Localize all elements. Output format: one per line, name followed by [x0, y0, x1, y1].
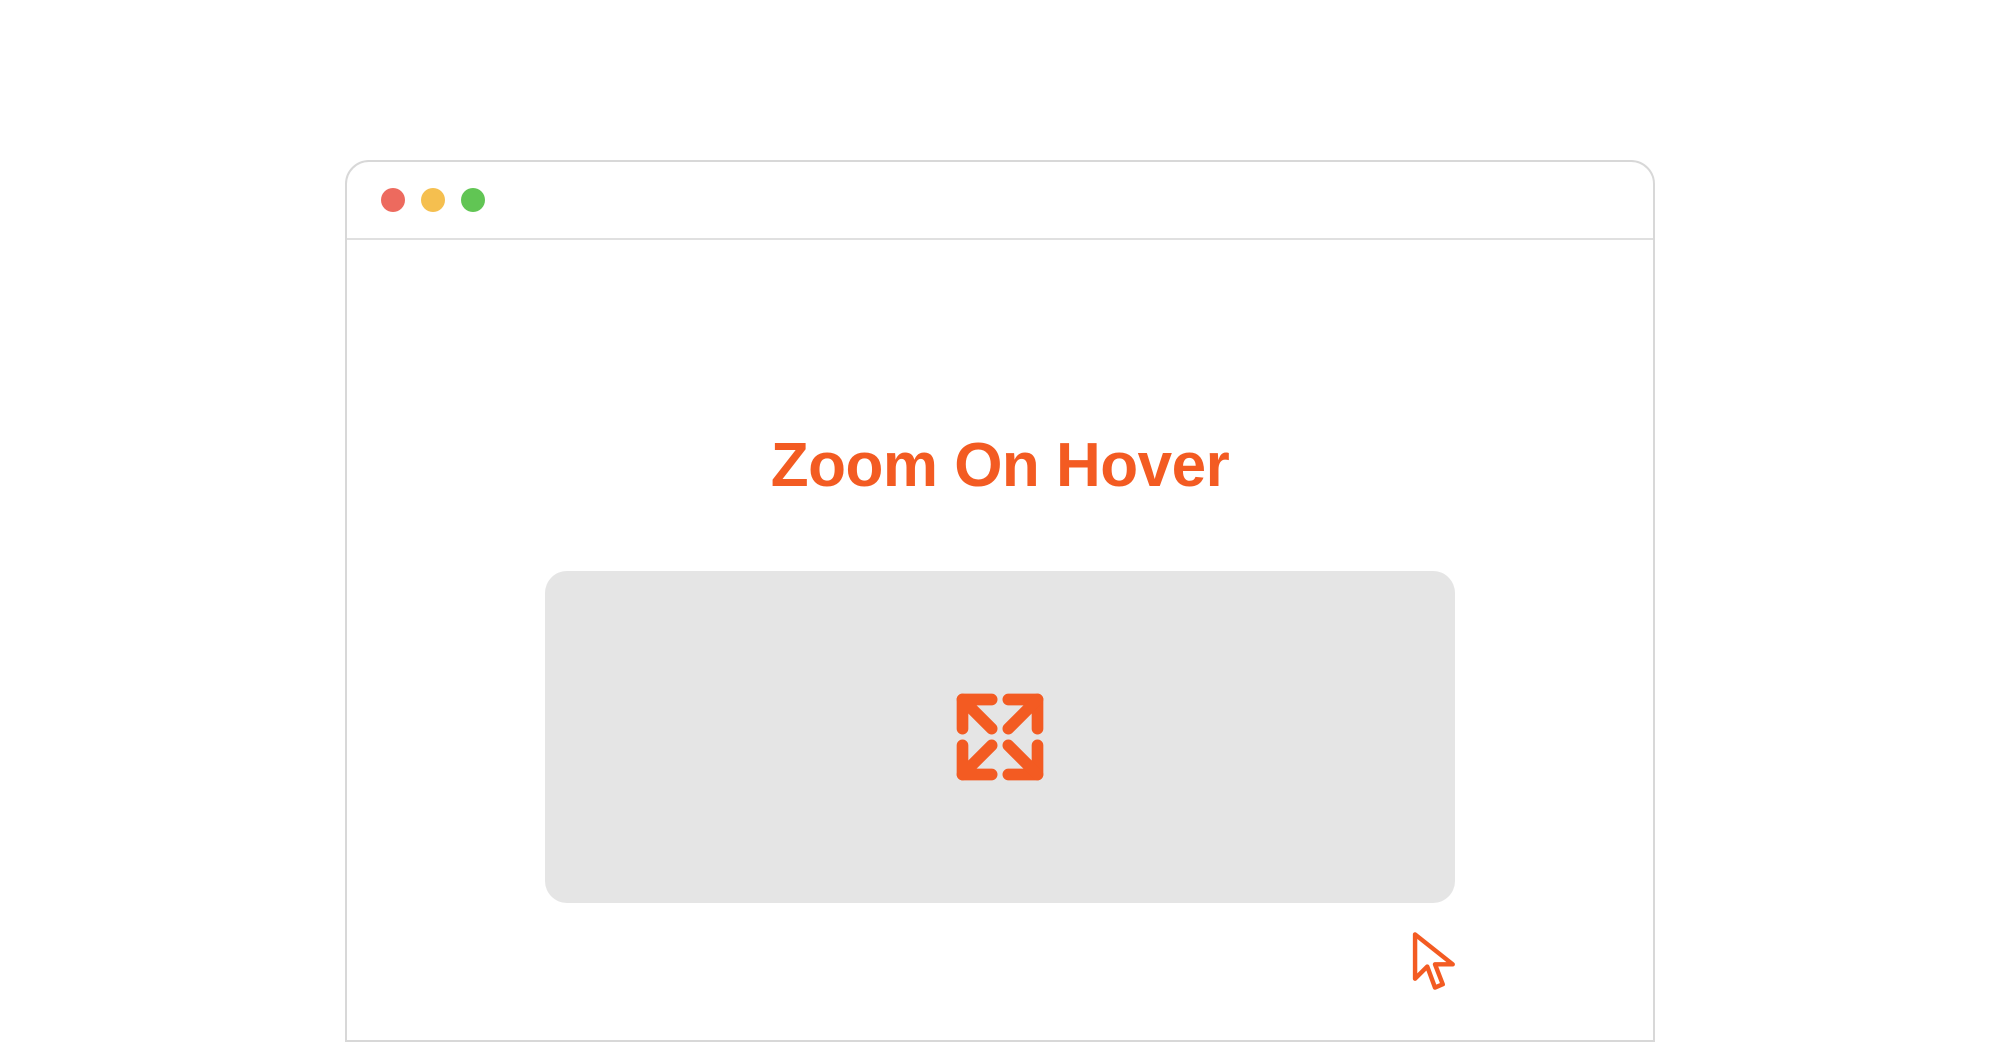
cursor-indicator	[1407, 930, 1463, 997]
browser-window: Zoom On Hover	[345, 160, 1655, 1042]
close-button[interactable]	[381, 188, 405, 212]
title-bar	[347, 162, 1653, 240]
page-heading: Zoom On Hover	[771, 430, 1230, 501]
content-area: Zoom On Hover	[347, 240, 1653, 1040]
expand-icon	[950, 687, 1050, 787]
maximize-button[interactable]	[461, 188, 485, 212]
cursor-icon	[1407, 930, 1463, 992]
hover-zoom-box[interactable]	[545, 571, 1455, 903]
minimize-button[interactable]	[421, 188, 445, 212]
